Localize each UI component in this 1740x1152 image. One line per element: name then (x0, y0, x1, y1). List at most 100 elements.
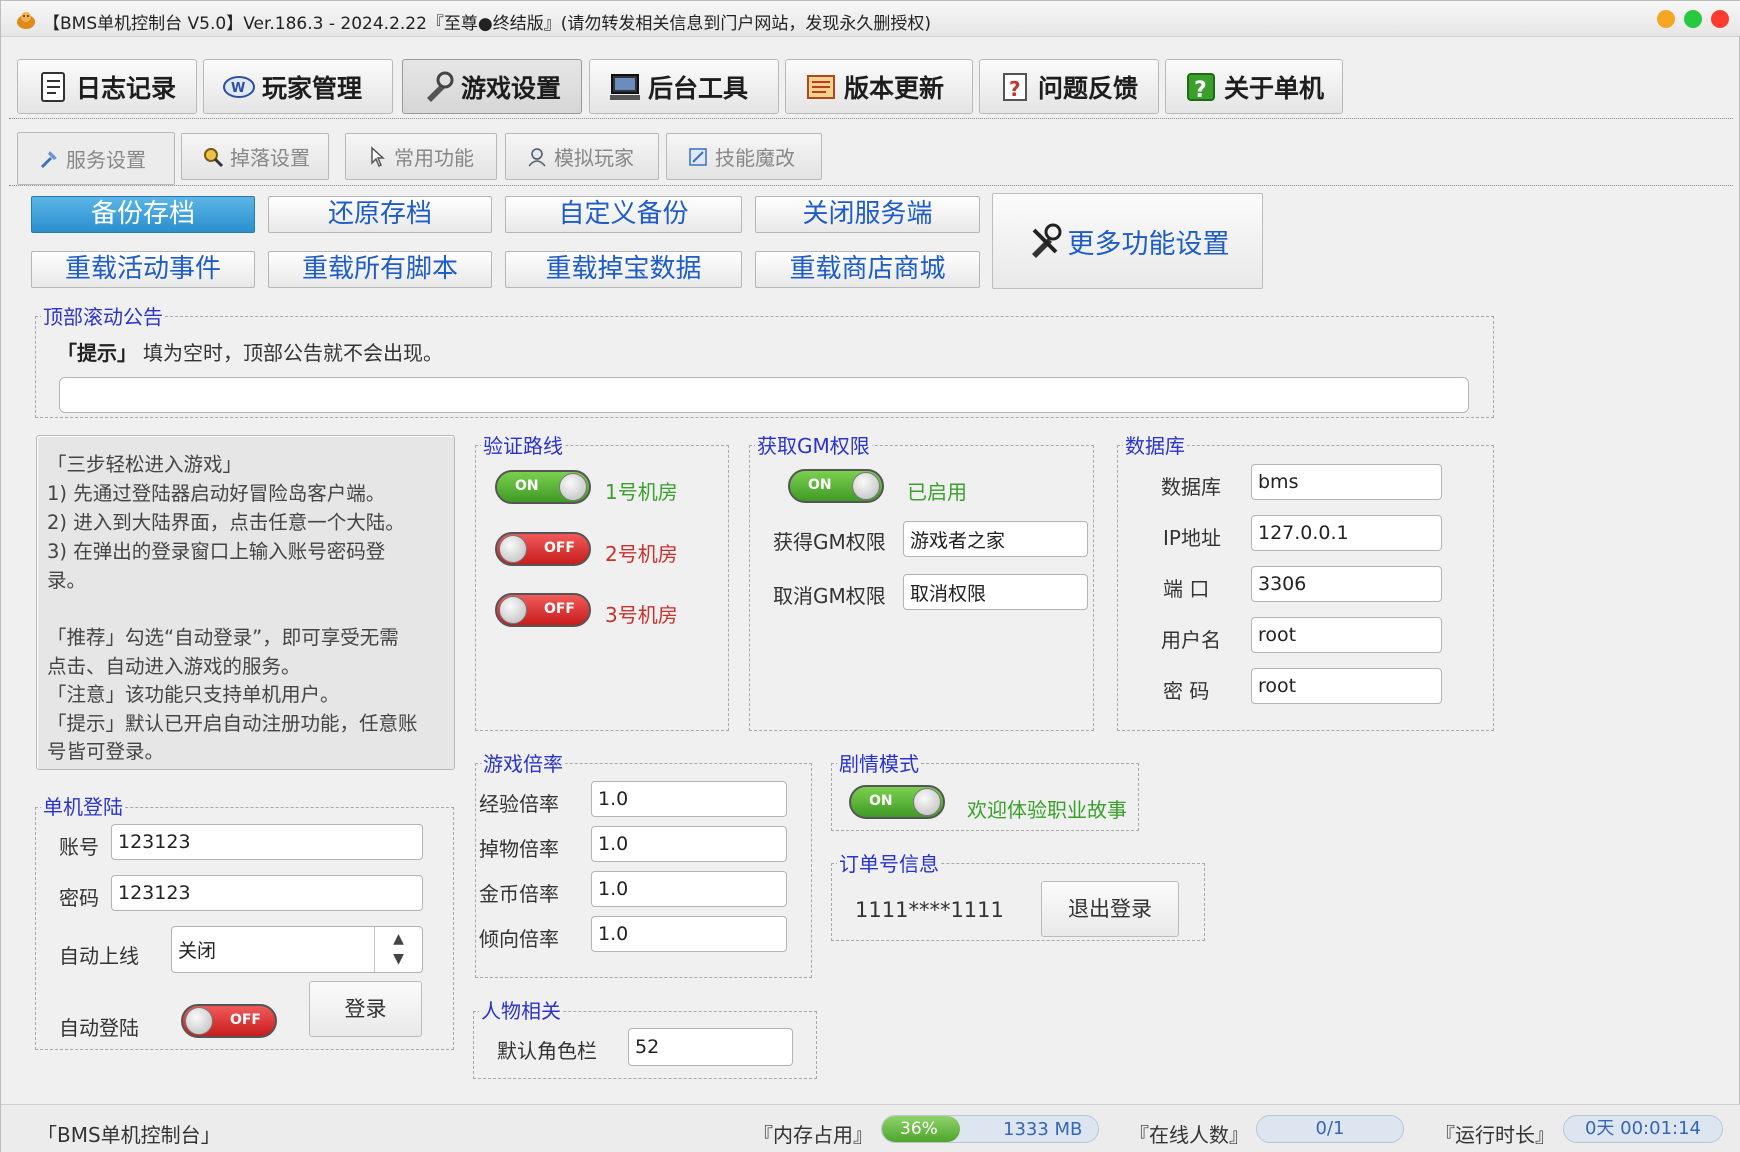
tab-about[interactable]: ? 关于单机 (1165, 59, 1343, 114)
logout-button[interactable]: 退出登录 (1041, 881, 1179, 937)
gm-status: 已启用 (907, 480, 967, 504)
subtab-simulate-label: 模拟玩家 (554, 146, 634, 170)
gm-cancel-input[interactable]: 取消权限 (903, 574, 1088, 610)
tab-feedback[interactable]: ? 问题反馈 (979, 59, 1159, 114)
app-logo-icon (17, 12, 35, 29)
status-bar: 「BMS单机控制台」 『内存占用』 36% 1333 MB 『在线人数』 0/1… (1, 1104, 1740, 1152)
more-settings-button[interactable]: 更多功能设置 (992, 193, 1263, 289)
backup-button[interactable]: 备份存档 (31, 196, 255, 233)
rate-trait-input[interactable]: 1.0 (591, 916, 787, 952)
toggle-knob (185, 1007, 213, 1035)
rate-meso-input[interactable]: 1.0 (591, 871, 787, 907)
tools-icon (1031, 223, 1061, 258)
password-input[interactable]: 123123 (111, 875, 423, 911)
route-2-toggle[interactable]: OFF (495, 532, 591, 566)
online-count-box: 0/1 (1256, 1115, 1404, 1143)
notice-tip-text: 填为空时，顶部公告就不会出现。 (143, 341, 443, 365)
instruction-line: 录。 (47, 569, 87, 592)
route-1-label: 1号机房 (605, 480, 678, 504)
rate-drop-label: 掉物倍率 (479, 837, 559, 861)
tab-feedback-label: 问题反馈 (1038, 73, 1139, 103)
close-button[interactable] (1711, 10, 1729, 28)
reload-events-button[interactable]: 重载活动事件 (31, 251, 255, 288)
settings-icon (41, 150, 57, 168)
rate-drop-input[interactable]: 1.0 (591, 826, 787, 862)
instruction-line: 2) 进入到大陆界面，点击任意一个大陆。 (47, 511, 405, 534)
subtab-drops-label: 掉落设置 (230, 146, 310, 170)
db-pass-input[interactable]: root (1251, 668, 1442, 704)
route-1-toggle[interactable]: ON (495, 470, 591, 504)
tab-players[interactable]: W 玩家管理 (203, 59, 393, 114)
db-port-label: 端 口 (1163, 577, 1210, 601)
rate-trait-label: 倾向倍率 (479, 927, 559, 951)
db-ip-input[interactable]: 127.0.0.1 (1251, 515, 1442, 551)
rate-exp-input[interactable]: 1.0 (591, 781, 787, 817)
toggle-knob (499, 535, 527, 563)
char-slots-input[interactable]: 52 (628, 1028, 793, 1066)
instruction-line: 3) 在弹出的登录窗口上输入账号密码登 (47, 540, 386, 563)
close-server-button[interactable]: 关闭服务端 (755, 196, 980, 233)
story-group-label: 剧情模式 (837, 752, 921, 776)
db-user-input[interactable]: root (1251, 617, 1442, 653)
db-port-input[interactable]: 3306 (1251, 566, 1442, 602)
subtab-drops[interactable]: 掉落设置 (181, 133, 329, 180)
route-3-label: 3号机房 (605, 603, 678, 627)
instruction-line: 「推荐」勾选“自动登录”，即可享受无需 (47, 626, 399, 649)
login-button[interactable]: 登录 (309, 981, 422, 1037)
auto-login-toggle[interactable]: OFF (181, 1004, 277, 1038)
rate-meso-label: 金币倍率 (479, 882, 559, 906)
toggle-text: OFF (229, 1012, 261, 1028)
notice-tip-key: 「提示」 (57, 341, 137, 365)
subtab-service[interactable]: 服务设置 (17, 132, 175, 185)
search-icon (204, 147, 224, 167)
tab-game-settings[interactable]: 游戏设置 (402, 59, 582, 114)
user-icon (528, 147, 546, 166)
minimize-button[interactable] (1657, 10, 1675, 28)
update-scroll-icon (807, 74, 835, 99)
auto-online-select[interactable]: 关闭 ▲ ▼ (171, 926, 423, 973)
rate-exp-label: 经验倍率 (479, 792, 559, 816)
reload-drops-button[interactable]: 重载掉宝数据 (505, 251, 742, 288)
title-bar: 【BMS单机控制台 V5.0】Ver.186.3 - 2024.2.22『至尊●… (1, 1, 1740, 37)
tab-backend-tools[interactable]: 后台工具 (589, 59, 779, 114)
status-mem-label: 『内存占用』 (753, 1123, 873, 1147)
db-name-label: 数据库 (1161, 475, 1221, 499)
tab-log-label: 日志记录 (76, 73, 177, 103)
toggle-knob (913, 788, 941, 816)
toggle-text: OFF (543, 601, 575, 617)
status-online-label: 『在线人数』 (1129, 1123, 1249, 1147)
toggle-knob (499, 596, 527, 624)
tab-log[interactable]: 日志记录 (17, 59, 197, 114)
story-toggle[interactable]: ON (849, 785, 945, 819)
svg-text:W: W (231, 81, 245, 96)
instruction-line: 「提示」默认已开启自动注册功能，任意账 (47, 712, 418, 735)
subtab-common[interactable]: 常用功能 (345, 133, 497, 180)
reload-scripts-button[interactable]: 重载所有脚本 (268, 251, 492, 288)
subtab-simulate[interactable]: 模拟玩家 (505, 133, 659, 180)
account-input[interactable]: 123123 (111, 824, 423, 860)
gm-toggle[interactable]: ON (788, 469, 884, 503)
gm-get-input[interactable]: 游戏者之家 (903, 521, 1088, 557)
custom-backup-button[interactable]: 自定义备份 (505, 196, 742, 233)
account-label: 账号 (59, 835, 99, 859)
reload-shop-button[interactable]: 重载商店商城 (755, 251, 980, 288)
route-2-label: 2号机房 (605, 542, 678, 566)
subtab-service-label: 服务设置 (66, 148, 146, 172)
route-3-toggle[interactable]: OFF (495, 593, 591, 627)
char-slots-label: 默认角色栏 (497, 1039, 597, 1063)
db-name-input[interactable]: bms (1251, 464, 1442, 500)
tab-version-update[interactable]: 版本更新 (785, 59, 973, 114)
online-count: 0/1 (1315, 1118, 1345, 1139)
subtab-skills[interactable]: 技能魔改 (666, 133, 822, 180)
more-settings-label: 更多功能设置 (1067, 228, 1230, 260)
instruction-line: 「三步轻松进入游戏」 (47, 453, 243, 476)
skill-icon (689, 147, 707, 166)
instruction-line: 号皆可登录。 (47, 740, 165, 763)
notice-input[interactable] (59, 377, 1469, 413)
computer-icon (610, 73, 640, 100)
maximize-button[interactable] (1684, 10, 1702, 28)
players-icon: W (223, 75, 255, 98)
gm-group-label: 获取GM权限 (755, 434, 872, 458)
restore-button[interactable]: 还原存档 (268, 196, 492, 233)
db-user-label: 用户名 (1161, 628, 1221, 652)
